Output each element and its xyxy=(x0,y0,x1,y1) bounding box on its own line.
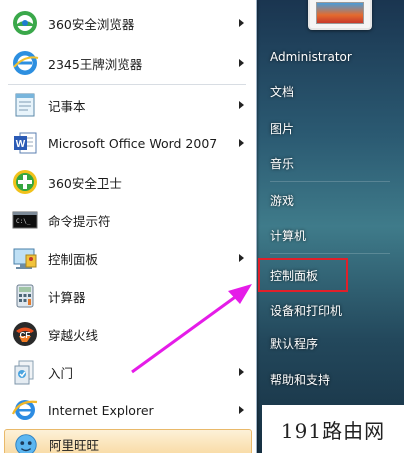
watermark-logo: 191路由网 xyxy=(262,405,404,453)
watermark-text: 191路由网 xyxy=(280,418,386,443)
pointer-arrow-shaft xyxy=(131,293,239,374)
pointer-arrow-annotation xyxy=(131,284,252,374)
desktop-screen: 360安全浏览器 2345王牌浏览器 记事本 W Microsoft Offic… xyxy=(0,0,404,453)
